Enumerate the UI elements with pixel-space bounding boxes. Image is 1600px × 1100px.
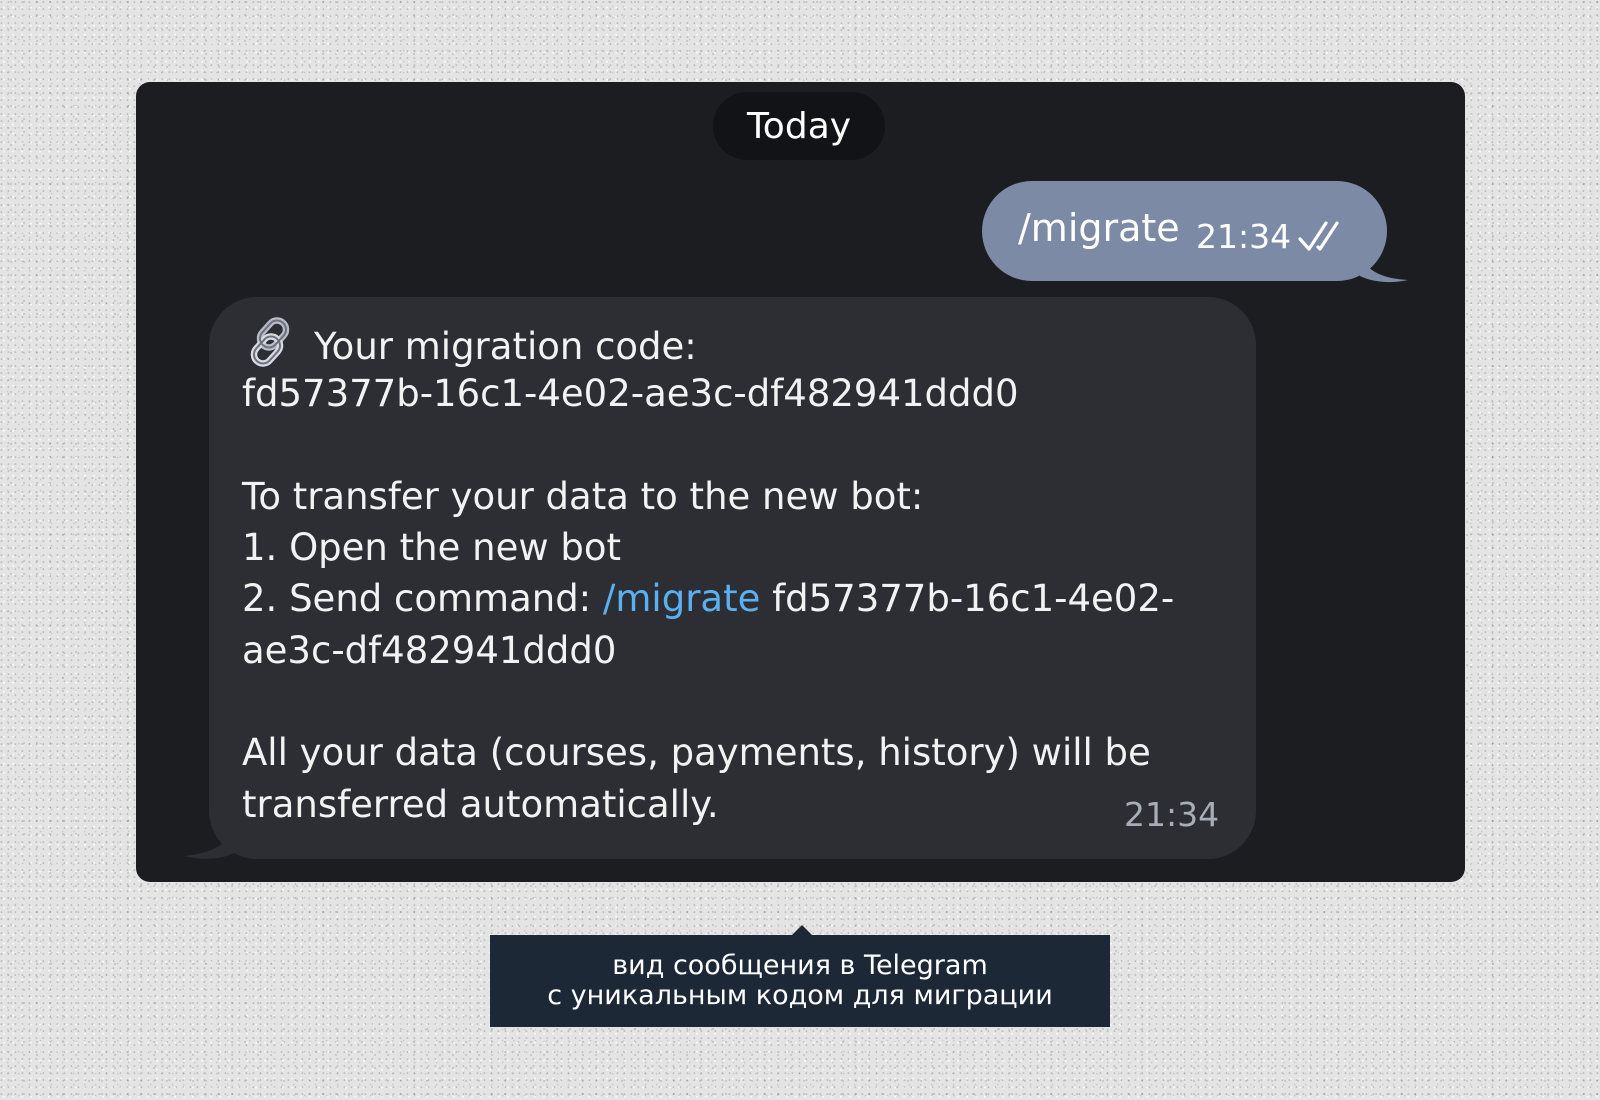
instruction-step-1: 1. Open the new bot bbox=[242, 526, 621, 570]
transfer-note-continued: transferred automatically. bbox=[242, 782, 719, 826]
instruction-step-2-code-continued: ae3c-df482941ddd0 bbox=[242, 628, 617, 672]
incoming-bubble-tail bbox=[184, 822, 236, 859]
instruction-step-2-prefix: 2. Send command: bbox=[242, 577, 603, 621]
incoming-message-text: Your migration code: fd57377b-16c1-4e02-… bbox=[242, 317, 1232, 830]
migrate-command-link[interactable]: /migrate bbox=[603, 577, 760, 620]
date-divider-label: Today bbox=[746, 105, 852, 147]
instruction-step-2: 2. Send command: /migrate fd57377b-16c1-… bbox=[242, 573, 1232, 624]
transfer-note: All your data (courses, payments, histor… bbox=[242, 731, 1151, 775]
instruction-step-2-code: fd57377b-16c1-4e02- bbox=[760, 577, 1175, 621]
incoming-message-time: 21:34 bbox=[1124, 795, 1220, 834]
link-icon bbox=[250, 317, 290, 367]
migration-code-value: fd57377b-16c1-4e02-ae3c-df482941ddd0 bbox=[242, 372, 1019, 416]
caption-line-1: вид сообщения в Telegram bbox=[612, 950, 988, 981]
caption-line-2: с уникальным кодом для миграции bbox=[547, 980, 1053, 1011]
date-divider: Today bbox=[713, 92, 885, 160]
incoming-message-bubble[interactable]: Your migration code: fd57377b-16c1-4e02-… bbox=[209, 297, 1256, 859]
migration-code-heading: Your migration code: bbox=[314, 325, 697, 368]
caption-box: вид сообщения в Telegram с уникальным ко… bbox=[490, 935, 1110, 1027]
outgoing-message-bubble[interactable]: /migrate 21:34 bbox=[982, 181, 1387, 281]
outgoing-message-time: 21:34 bbox=[1196, 217, 1292, 256]
message-line: Your migration code: bbox=[242, 317, 1232, 368]
outgoing-bubble-tail bbox=[1360, 252, 1408, 283]
outgoing-message-text: /migrate bbox=[1018, 206, 1180, 250]
instructions-heading: To transfer your data to the new bot: bbox=[242, 474, 924, 518]
double-check-icon bbox=[1298, 221, 1339, 251]
caption-pointer bbox=[792, 925, 812, 935]
